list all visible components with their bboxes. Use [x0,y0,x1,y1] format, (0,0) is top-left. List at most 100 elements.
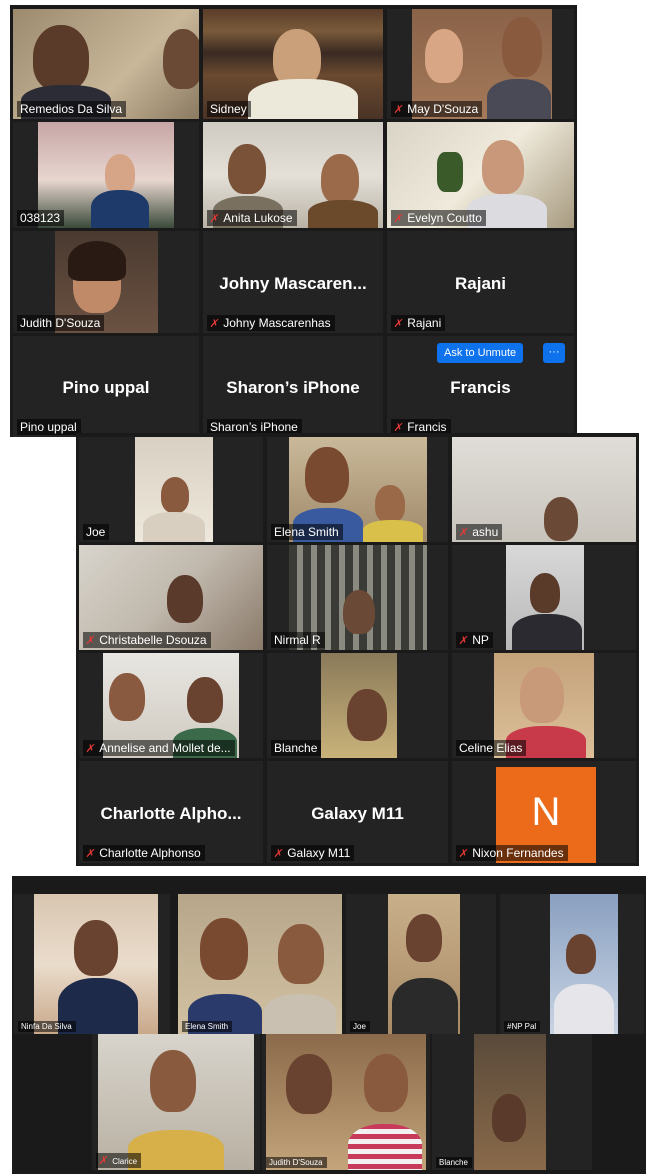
participant-face [200,918,248,980]
participant-body [248,79,358,119]
participant-face-2 [278,924,324,984]
participant-display-name: Charlotte Alpho... [100,803,242,823]
tile-galaxy[interactable]: Galaxy M11 ✗ Galaxy M11 [267,761,448,863]
tile-nixon[interactable]: N ✗ Nixon Fernandes [452,761,636,863]
video-tile-elena[interactable]: Elena Smith [267,437,448,542]
video-tile-ashu[interactable]: ✗ ashu [452,437,636,542]
video-tile-nirmal[interactable]: Nirmal R [267,545,448,650]
participant-body [143,512,205,542]
tile-francis[interactable]: Ask to Unmute ··· Francis ✗ Francis [387,336,574,437]
participant-name: 038123 [17,210,65,226]
participant-name: ✗ ashu [456,524,503,540]
mic-muted-icon: ✗ [208,213,221,225]
participant-name: ✗ Clarice [96,1153,142,1168]
participant-name: ✗ Galaxy M11 [271,845,355,861]
video-tile-np-pal[interactable]: #NP Pal [500,894,644,1034]
video-tile-may[interactable]: ✗ May D'Souza [387,9,574,119]
participant-face [305,447,349,503]
video-tile-joe[interactable]: Joe [79,437,263,542]
video-tile-annelise[interactable]: ✗ Annelise and Mollet de... [79,653,263,758]
mic-muted-icon: ✗ [457,848,470,860]
participant-face-2 [187,677,223,723]
participant-face [347,689,387,741]
video-tile-evelyn[interactable]: ✗ Evelyn Coutto [387,122,574,228]
participant-face [343,590,375,634]
video-tile-celine[interactable]: Celine Elias [452,653,636,758]
participant-face-2 [364,1054,408,1112]
video-tile-christabelle[interactable]: ✗ Christabelle Dsouza [79,545,263,650]
plant-decor [437,152,463,192]
tile-rajani[interactable]: Rajani ✗ Rajani [387,231,574,333]
participant-body [91,190,149,228]
participant-body [128,1130,224,1170]
participant-name: Elena Smith [182,1021,233,1032]
participant-face-2 [502,17,542,77]
participant-hair [68,241,126,281]
participant-name: Nirmal R [271,632,325,648]
mic-muted-icon: ✗ [392,213,405,225]
participant-body-2 [308,200,378,228]
video-tile-blanche[interactable]: Blanche [267,653,448,758]
participant-name: ✗ Rajani [391,315,446,331]
participant-face [74,920,118,976]
participant-display-name: Sharon’s iPhone [226,378,360,398]
participant-face [161,477,189,513]
participant-face [530,573,560,613]
mic-muted-icon: ✗ [457,527,470,539]
participant-face-2 [375,485,405,523]
participant-name: Pino uppal [17,419,81,435]
participant-face [109,673,145,721]
tile-pino[interactable]: Pino uppal Pino uppal [13,336,199,437]
video-tile-038123[interactable]: 038123 [13,122,199,228]
gallery-screen-1: Remedios Da Silva Sidney ✗ May D'Souza 03… [10,5,577,437]
participant-face [286,1054,332,1114]
video-tile-blanche-2[interactable]: Blanche [432,1034,592,1170]
participant-body [487,79,551,119]
participant-name: Judith D'Souza [17,315,105,331]
participant-face [33,25,89,91]
participant-name: Joe [350,1021,370,1032]
participant-body-2 [363,520,423,542]
participant-name: Ninfa Da Silva [18,1021,76,1032]
participant-face [105,154,135,194]
participant-name: Blanche [436,1157,472,1168]
participant-face [566,934,596,974]
video-tile-remedios[interactable]: Remedios Da Silva [13,9,199,119]
participant-body [554,984,614,1034]
tile-sharon[interactable]: Sharon’s iPhone Sharon’s iPhone [203,336,383,437]
participant-name: Sidney [207,101,251,117]
mic-muted-icon: ✗ [208,318,221,330]
video-tile-sidney[interactable]: Sidney [203,9,383,119]
video-tile-clarice[interactable]: ✗ Clarice [92,1034,260,1170]
participant-name: ✗ Evelyn Coutto [391,210,486,226]
video-tile-anita[interactable]: ✗ Anita Lukose [203,122,383,228]
ask-to-unmute-button[interactable]: Ask to Unmute [437,343,524,363]
tile-charlotte[interactable]: Charlotte Alpho... ✗ Charlotte Alphonso [79,761,263,863]
more-options-button[interactable]: ··· [543,343,565,363]
participant-face-2 [321,154,359,204]
video-tile-joe-2[interactable]: Joe [346,894,496,1034]
participant-name: ✗ May D'Souza [391,101,483,117]
participant-face [482,140,524,194]
video-tile-judith-2[interactable]: Judith D'Souza [262,1034,430,1170]
video-tile-np[interactable]: ✗ NP [452,545,636,650]
participant-name: Blanche [271,740,322,756]
participant-name: ✗ Christabelle Dsouza [83,632,211,648]
participant-name: Judith D'Souza [266,1157,327,1168]
mic-muted-icon: ✗ [392,104,405,116]
tile-johny[interactable]: Johny Mascaren... ✗ Johny Mascarenhas [203,231,383,333]
video-tile-judith[interactable]: Judith D'Souza [13,231,199,333]
participant-face [520,667,564,723]
video-tile-ninfa[interactable]: Ninfa Da Silva [14,894,170,1034]
participant-name: Celine Elias [456,740,527,756]
mic-muted-icon: ✗ [457,635,470,647]
video-tile-elena-2[interactable]: Elena Smith [178,894,342,1034]
participant-body [348,1124,422,1170]
participant-name: ✗ NP [456,632,493,648]
participant-face [492,1094,526,1142]
mic-muted-icon: ✗ [84,848,97,860]
mic-muted-icon: ✗ [272,848,285,860]
participant-display-name: Francis [450,378,511,398]
participant-display-name: Johny Mascaren... [219,273,367,293]
mic-muted-icon: ✗ [84,635,97,647]
